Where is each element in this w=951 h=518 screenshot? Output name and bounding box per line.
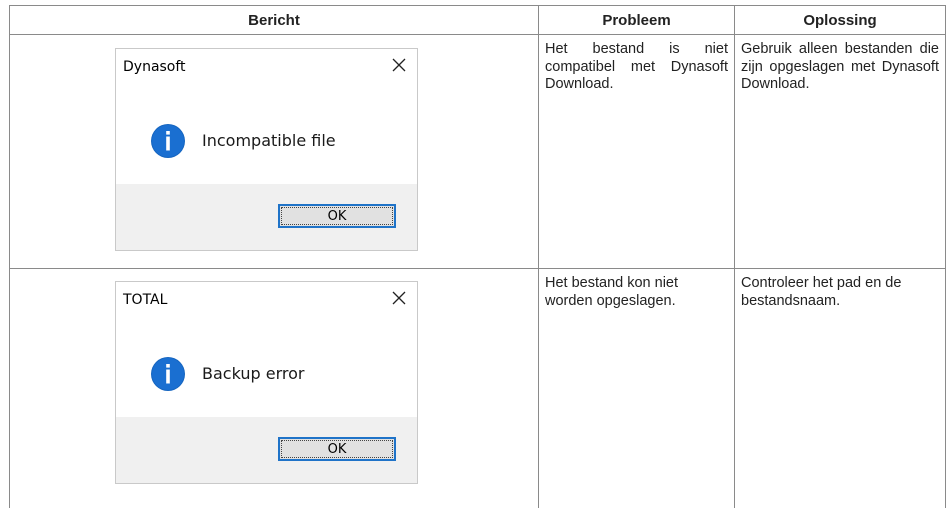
dialog-title: TOTAL [123, 292, 168, 308]
dialog-message: Incompatible file [202, 131, 336, 150]
dialog-title: Dynasoft [123, 59, 186, 75]
ok-button-label: OK [327, 441, 347, 457]
solution-text: Gebruik alleen bestanden die zijn opgesl… [741, 41, 939, 92]
dialog-footer: OK [116, 184, 417, 250]
ok-button[interactable]: OK [278, 204, 396, 228]
message-cell: TOTAL Backup error OK [9, 268, 539, 508]
header-bericht: Bericht [9, 5, 539, 35]
solution-cell: Gebruik alleen bestanden die zijn opgesl… [734, 34, 946, 269]
dialog-window: TOTAL Backup error OK [115, 281, 418, 484]
message-cell: Dynasoft Incompatible file OK [9, 34, 539, 269]
header-oplossing: Oplossing [734, 5, 946, 35]
problem-text: Het bestand is niet compatibel met Dynas… [545, 41, 728, 92]
dialog-message: Backup error [202, 364, 305, 383]
solution-text: Controleer het pad en de bestandsnaam. [741, 275, 902, 309]
solution-cell: Controleer het pad en de bestandsnaam. [734, 268, 946, 508]
problem-text: Het bestand kon niet worden opgeslagen. [545, 275, 679, 309]
close-icon[interactable] [391, 57, 407, 73]
info-icon [151, 357, 185, 391]
close-icon[interactable] [391, 290, 407, 306]
info-icon [151, 124, 185, 158]
ok-button[interactable]: OK [278, 437, 396, 461]
message-table: Bericht Probleem Oplossing Dynasoft Inco… [9, 5, 946, 508]
header-probleem: Probleem [538, 5, 735, 35]
dialog-footer: OK [116, 417, 417, 483]
table-row: TOTAL Backup error OK Het bestand kon ni… [9, 268, 946, 508]
table-header-row: Bericht Probleem Oplossing [9, 5, 946, 35]
dialog-window: Dynasoft Incompatible file OK [115, 48, 418, 251]
problem-cell: Het bestand is niet compatibel met Dynas… [538, 34, 735, 269]
table-row: Dynasoft Incompatible file OK Het bestan… [9, 34, 946, 269]
ok-button-label: OK [327, 208, 347, 224]
problem-cell: Het bestand kon niet worden opgeslagen. [538, 268, 735, 508]
